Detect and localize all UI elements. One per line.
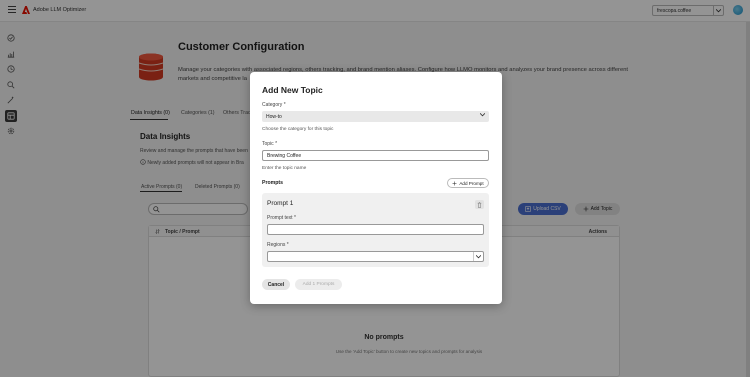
- chevron-down-icon: [479, 113, 486, 119]
- topic-help: Enter the topic name: [262, 166, 307, 171]
- add-topic-dialog: Add New Topic Category * How-to Choose t…: [250, 72, 502, 304]
- category-select[interactable]: How-to: [262, 111, 489, 122]
- regions-select[interactable]: [267, 251, 484, 262]
- topic-input[interactable]: Brewing Coffee: [262, 150, 489, 161]
- add-prompts-button[interactable]: Add 1 Prompts: [295, 279, 342, 290]
- topic-label: Topic *: [262, 141, 277, 147]
- prompt-title: Prompt 1: [267, 200, 294, 207]
- required-mark: *: [286, 242, 289, 248]
- category-label: Category *: [262, 102, 286, 108]
- dialog-title: Add New Topic: [262, 85, 323, 95]
- prompt-card: Prompt 1 Prompt text * Regions *: [262, 193, 489, 267]
- required-mark: *: [293, 215, 296, 221]
- regions-label-text: Regions: [267, 242, 286, 248]
- trash-icon: [477, 201, 482, 208]
- category-value: How-to: [266, 114, 282, 120]
- required-mark: *: [283, 102, 286, 108]
- prompt-text-input[interactable]: [267, 224, 484, 235]
- prompt-text-label-text: Prompt text: [267, 215, 293, 221]
- prompt-text-label: Prompt text *: [267, 215, 296, 221]
- cancel-button[interactable]: Cancel: [262, 279, 290, 290]
- regions-label: Regions *: [267, 242, 289, 248]
- plus-icon: [452, 181, 457, 185]
- chevron-down-icon: [473, 252, 483, 261]
- topic-label-text: Topic: [262, 141, 274, 147]
- category-help: Choose the category for this topic: [262, 127, 334, 132]
- add-prompt-label: Add Prompt: [459, 180, 484, 186]
- required-mark: *: [275, 141, 278, 147]
- prompts-label: Prompts: [262, 180, 284, 186]
- delete-prompt-button[interactable]: [475, 200, 484, 209]
- category-label-text: Category: [262, 102, 283, 108]
- add-prompt-button[interactable]: Add Prompt: [447, 178, 489, 188]
